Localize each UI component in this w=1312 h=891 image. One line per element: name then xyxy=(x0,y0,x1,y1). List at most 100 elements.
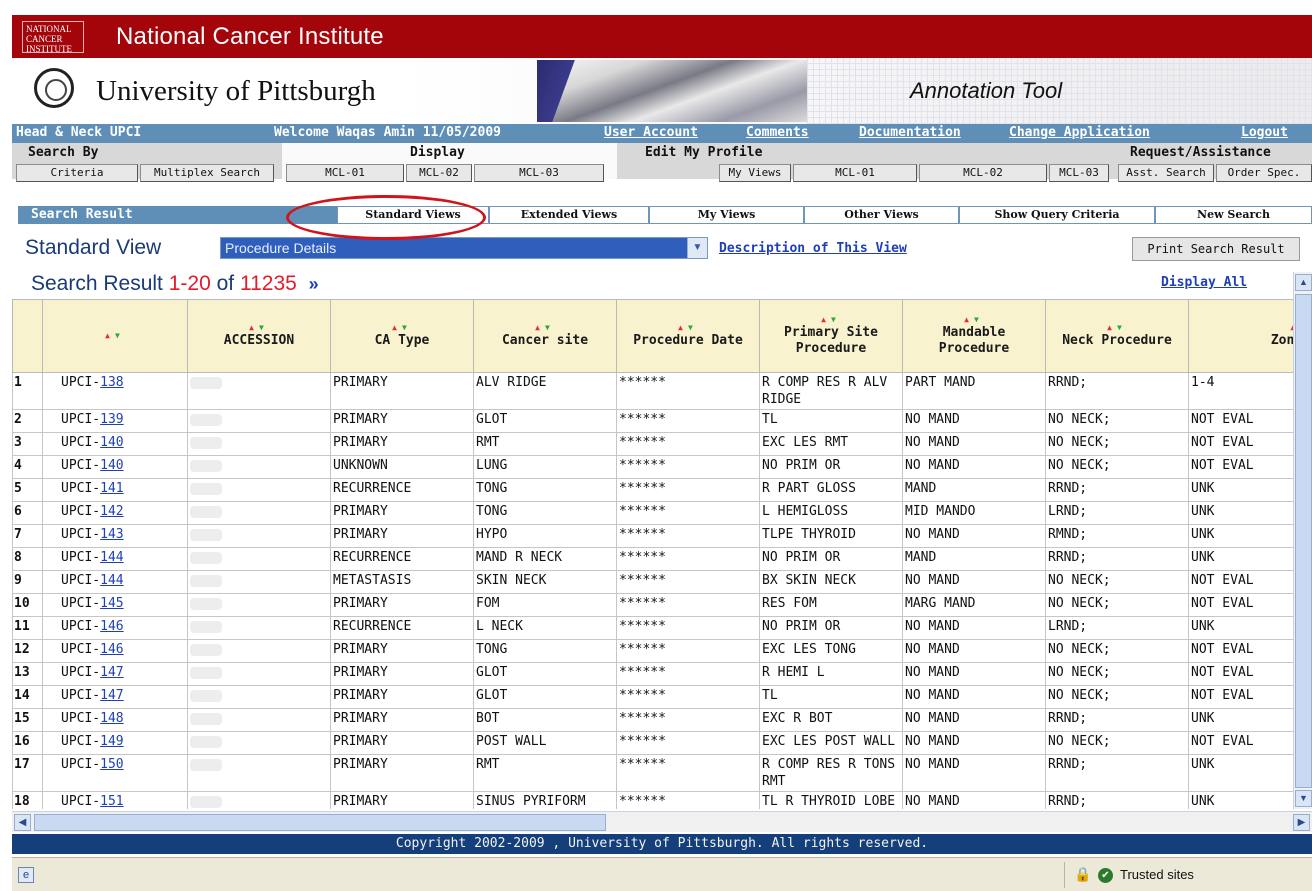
mandable-procedure-header[interactable]: ▲▼ Mandable Procedure xyxy=(902,299,1046,373)
neck-procedure-header[interactable]: ▲▼ Neck Procedure xyxy=(1045,299,1189,373)
case-link[interactable]: 151 xyxy=(100,794,123,809)
documentation-link[interactable]: Documentation xyxy=(859,125,961,140)
table-row[interactable]: 8 UPCI-144 RECURRENCE MAND R NECK ****** NO P… xyxy=(12,547,1293,571)
zones-header[interactable]: ▲▼Zones xyxy=(1188,299,1293,373)
multiplex-search-button[interactable]: Multiplex Search xyxy=(140,164,274,182)
scroll-up-icon[interactable]: ▲ xyxy=(1295,274,1312,291)
column-header-label: Cancer site xyxy=(501,333,589,348)
case-link[interactable]: 148 xyxy=(100,711,123,726)
case-link[interactable]: 141 xyxy=(100,481,123,496)
table-row[interactable]: 5 UPCI-141 RECURRENCE TONG ****** R PART GLOS… xyxy=(12,478,1293,502)
table-row[interactable]: 4 UPCI-140 UNKNOWN LUNG ****** NO PRIM OR NO M… xyxy=(12,455,1293,479)
tab-extended-views[interactable]: Extended Views xyxy=(489,206,649,224)
case-link[interactable]: 143 xyxy=(100,527,123,542)
table-row[interactable]: 3 UPCI-140 PRIMARY RMT ****** EXC LES RMT NO M… xyxy=(12,432,1293,456)
cancer-site-cell: HYPO xyxy=(473,524,617,548)
comments-link[interactable]: Comments xyxy=(746,125,809,140)
chevron-down-icon[interactable]: ▼ xyxy=(687,238,707,258)
profile-mcl-01-button[interactable]: MCL-01 xyxy=(793,164,917,182)
cancer-site-header[interactable]: ▲▼ Cancer site xyxy=(473,299,617,373)
scroll-left-icon[interactable]: ◀ xyxy=(14,814,31,831)
lock-icon[interactable]: 🔒 xyxy=(1074,866,1091,882)
scroll-right-icon[interactable]: ▶ xyxy=(1293,814,1310,831)
case-link[interactable]: 140 xyxy=(100,435,123,450)
table-row[interactable]: 17 UPCI-150 PRIMARY RMT ****** R COMP RES R T… xyxy=(12,754,1293,792)
result-total: 11235 xyxy=(239,272,297,295)
user-account-link[interactable]: User Account xyxy=(604,125,698,140)
table-row[interactable]: 18 UPCI-151 PRIMARY SINUS PYRIFORM ****** TL … xyxy=(12,791,1293,809)
display-mcl-03-button[interactable]: MCL-03 xyxy=(474,164,604,182)
table-row[interactable]: 14 UPCI-147 PRIMARY GLOT ****** TL NO MAND NO N… xyxy=(12,685,1293,709)
horizontal-scroll-thumb[interactable] xyxy=(34,814,606,831)
change-application-link[interactable]: Change Application xyxy=(1009,125,1150,140)
case-link[interactable]: 147 xyxy=(100,688,123,703)
table-row[interactable]: 1 UPCI-138 PRIMARY ALV RIDGE ****** R COMP RE… xyxy=(12,372,1293,410)
table-row[interactable]: 10 UPCI-145 PRIMARY FOM ****** RES FOM MARG MA… xyxy=(12,593,1293,617)
vertical-scroll-thumb[interactable] xyxy=(1295,294,1312,788)
case-link[interactable]: 147 xyxy=(100,665,123,680)
table-row[interactable]: 16 UPCI-149 PRIMARY POST WALL ****** EXC LES … xyxy=(12,731,1293,755)
view-select[interactable]: Procedure Details ▼ xyxy=(220,237,708,259)
display-mcl-01-button[interactable]: MCL-01 xyxy=(286,164,404,182)
logout-link[interactable]: Logout xyxy=(1241,125,1288,140)
profile-mcl-02-button[interactable]: MCL-02 xyxy=(919,164,1047,182)
sort-arrows-icon[interactable]: ▲▼ xyxy=(762,315,900,324)
table-row[interactable]: 7 UPCI-143 PRIMARY HYPO ****** TLPE THYROID NO… xyxy=(12,524,1293,548)
sort-arrows-icon[interactable]: ▲▼ xyxy=(190,323,328,332)
table-row[interactable]: 2 UPCI-139 PRIMARY GLOT ****** TL NO MAND NO NE… xyxy=(12,409,1293,433)
print-search-result-button[interactable]: Print Search Result xyxy=(1132,237,1300,261)
case-link[interactable]: 146 xyxy=(100,619,123,634)
order-spec-button[interactable]: Order Spec. xyxy=(1216,164,1312,182)
tab-other-views[interactable]: Other Views xyxy=(804,206,959,224)
neck-procedure-cell: LRND; xyxy=(1045,616,1189,640)
nci-logo[interactable]: NATIONAL CANCER INSTITUTE xyxy=(22,21,84,54)
sort-arrows-icon[interactable]: ▲▼ xyxy=(476,323,614,332)
case-link[interactable]: 149 xyxy=(100,734,123,749)
table-row[interactable]: 9 UPCI-144 METASTASIS SKIN NECK ****** BX SKI… xyxy=(12,570,1293,594)
tab-my-views[interactable]: My Views xyxy=(649,206,804,224)
my-views-button[interactable]: My Views xyxy=(719,164,791,182)
tab-show-query-criteria[interactable]: Show Query Criteria xyxy=(959,206,1155,224)
display-mcl-02-button[interactable]: MCL-02 xyxy=(406,164,472,182)
criteria-button[interactable]: Criteria xyxy=(16,164,138,182)
tab-standard-views[interactable]: Standard Views xyxy=(337,206,489,224)
upci-header[interactable]: ▲▼ xyxy=(42,299,188,373)
sort-arrows-icon[interactable]: ▲▼ xyxy=(619,323,757,332)
case-link[interactable]: 142 xyxy=(100,504,123,519)
tab-new-search[interactable]: New Search xyxy=(1155,206,1312,224)
procedure-date-header[interactable]: ▲▼ Procedure Date xyxy=(616,299,760,373)
next-page-icon[interactable]: » xyxy=(309,274,319,294)
view-select-value[interactable]: Procedure Details xyxy=(221,238,687,258)
horizontal-scrollbar[interactable]: ◀ ▶ xyxy=(12,811,1312,832)
sort-arrows-icon[interactable]: ▲▼ xyxy=(45,331,185,340)
sort-arrows-icon[interactable]: ▲▼ xyxy=(1048,323,1186,332)
vertical-scrollbar[interactable]: ▲ ▼ xyxy=(1293,272,1312,809)
case-link[interactable]: 144 xyxy=(100,573,123,588)
sort-arrows-icon[interactable]: ▲▼ xyxy=(905,315,1043,324)
table-row[interactable]: 12 UPCI-146 PRIMARY TONG ****** EXC LES TONG N… xyxy=(12,639,1293,663)
case-link[interactable]: 144 xyxy=(100,550,123,565)
upci-prefix: UPCI- xyxy=(61,757,101,772)
sort-arrows-icon[interactable]: ▲▼ xyxy=(1191,323,1293,332)
sort-arrows-icon[interactable]: ▲▼ xyxy=(333,323,471,332)
case-link[interactable]: 150 xyxy=(100,757,123,772)
asst-search-button[interactable]: Asst. Search xyxy=(1118,164,1214,182)
case-link[interactable]: 139 xyxy=(100,412,123,427)
case-link[interactable]: 140 xyxy=(100,458,123,473)
table-row[interactable]: 11 UPCI-146 RECURRENCE L NECK ****** NO PRIM … xyxy=(12,616,1293,640)
ca-type-header[interactable]: ▲▼ CA Type xyxy=(330,299,474,373)
case-link[interactable]: 138 xyxy=(100,375,123,390)
table-row[interactable]: 6 UPCI-142 PRIMARY TONG ****** L HEMIGLOSS MID… xyxy=(12,501,1293,525)
scroll-down-icon[interactable]: ▼ xyxy=(1295,790,1312,807)
row-number-header xyxy=(12,299,43,373)
accession-header[interactable]: ▲▼ ACCESSION xyxy=(187,299,331,373)
zones-cell: NOT EVAL xyxy=(1188,432,1293,456)
description-link[interactable]: Description of This View xyxy=(719,241,907,256)
case-link[interactable]: 145 xyxy=(100,596,123,611)
table-row[interactable]: 15 UPCI-148 PRIMARY BOT ****** EXC R BOT NO MA… xyxy=(12,708,1293,732)
primary-site-procedure-header[interactable]: ▲▼ Primary Site Procedure xyxy=(759,299,903,373)
display-all-link[interactable]: Display All xyxy=(1161,275,1247,290)
case-link[interactable]: 146 xyxy=(100,642,123,657)
table-row[interactable]: 13 UPCI-147 PRIMARY GLOT ****** R HEMI L NO MA… xyxy=(12,662,1293,686)
profile-mcl-03-button[interactable]: MCL-03 xyxy=(1049,164,1109,182)
